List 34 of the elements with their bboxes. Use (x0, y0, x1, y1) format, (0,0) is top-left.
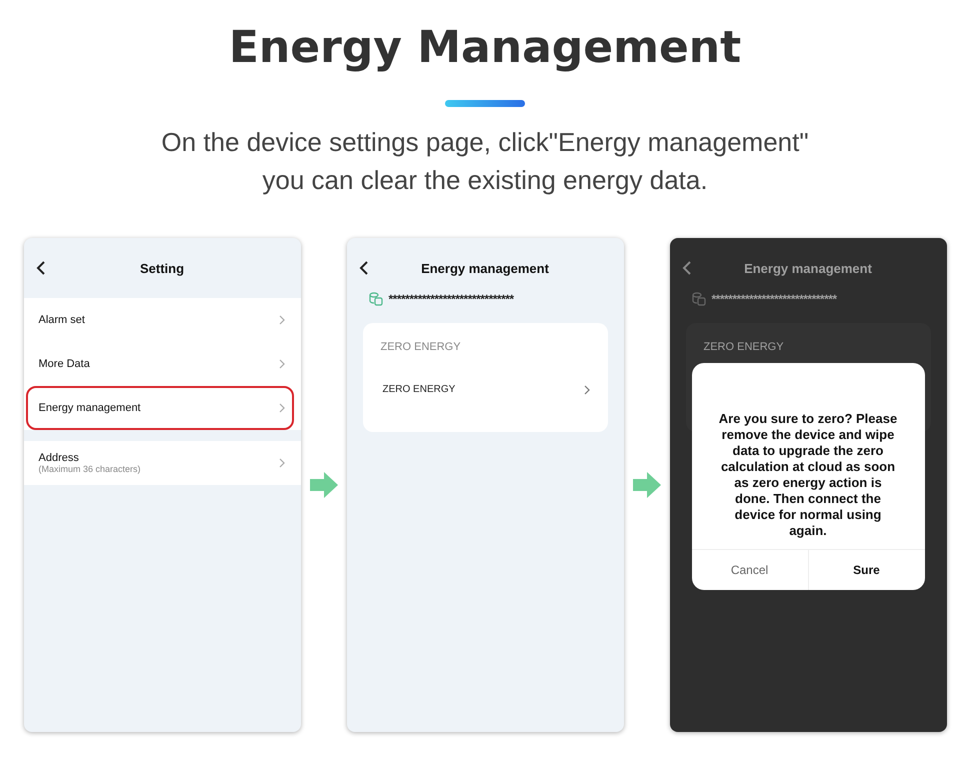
section-label: ZERO ENERGY (704, 341, 785, 353)
item-label: Energy management (38, 402, 141, 414)
back-icon[interactable] (36, 260, 46, 276)
subtitle-line: On the device settings page, click"Energy management" (161, 126, 809, 159)
screen-title: Setting (140, 260, 184, 276)
item-label: More Data (38, 358, 90, 370)
item-label: Address (38, 452, 80, 464)
cancel-button[interactable]: Cancel (692, 550, 808, 590)
screen-title: Energy management (744, 260, 872, 276)
dialog-message: Are you sure to zero? Please remove the device and wipe data to upgrade the zero calculation at cloud as soon as zero energy action is done. Then connect the device for normal using again. (718, 411, 898, 540)
screen-title: Energy management (421, 260, 549, 276)
settings-item[interactable]: Address (Maximum 36 characters) (24, 441, 300, 485)
device-id: ****************************** (712, 292, 837, 306)
chevron-icon (584, 384, 590, 394)
chevron-icon (278, 315, 284, 325)
right-arrow-icon (310, 471, 338, 499)
device-id: ****************************** (388, 292, 514, 306)
chevron-icon (278, 359, 284, 369)
chevron-icon (278, 458, 284, 468)
page-title: Energy Management (228, 21, 742, 75)
chevron-icon (278, 403, 284, 413)
subtitle-line: you can clear the existing energy data. (261, 164, 709, 197)
zero-energy-row[interactable]: ZERO ENERGY (380, 384, 590, 395)
item-hint: (Maximum 36 characters) (38, 464, 141, 474)
right-arrow-icon (632, 471, 660, 499)
coins-icon (368, 292, 382, 306)
settings-item[interactable]: More Data (24, 342, 300, 386)
settings-item[interactable]: Energy management (26, 386, 294, 430)
coins-icon (692, 292, 706, 306)
item-label: Alarm set (38, 314, 85, 326)
back-icon[interactable] (358, 260, 368, 276)
settings-item[interactable]: Alarm set (24, 298, 300, 342)
sure-button[interactable]: Sure (808, 550, 924, 590)
section-label: ZERO ENERGY (380, 341, 462, 353)
